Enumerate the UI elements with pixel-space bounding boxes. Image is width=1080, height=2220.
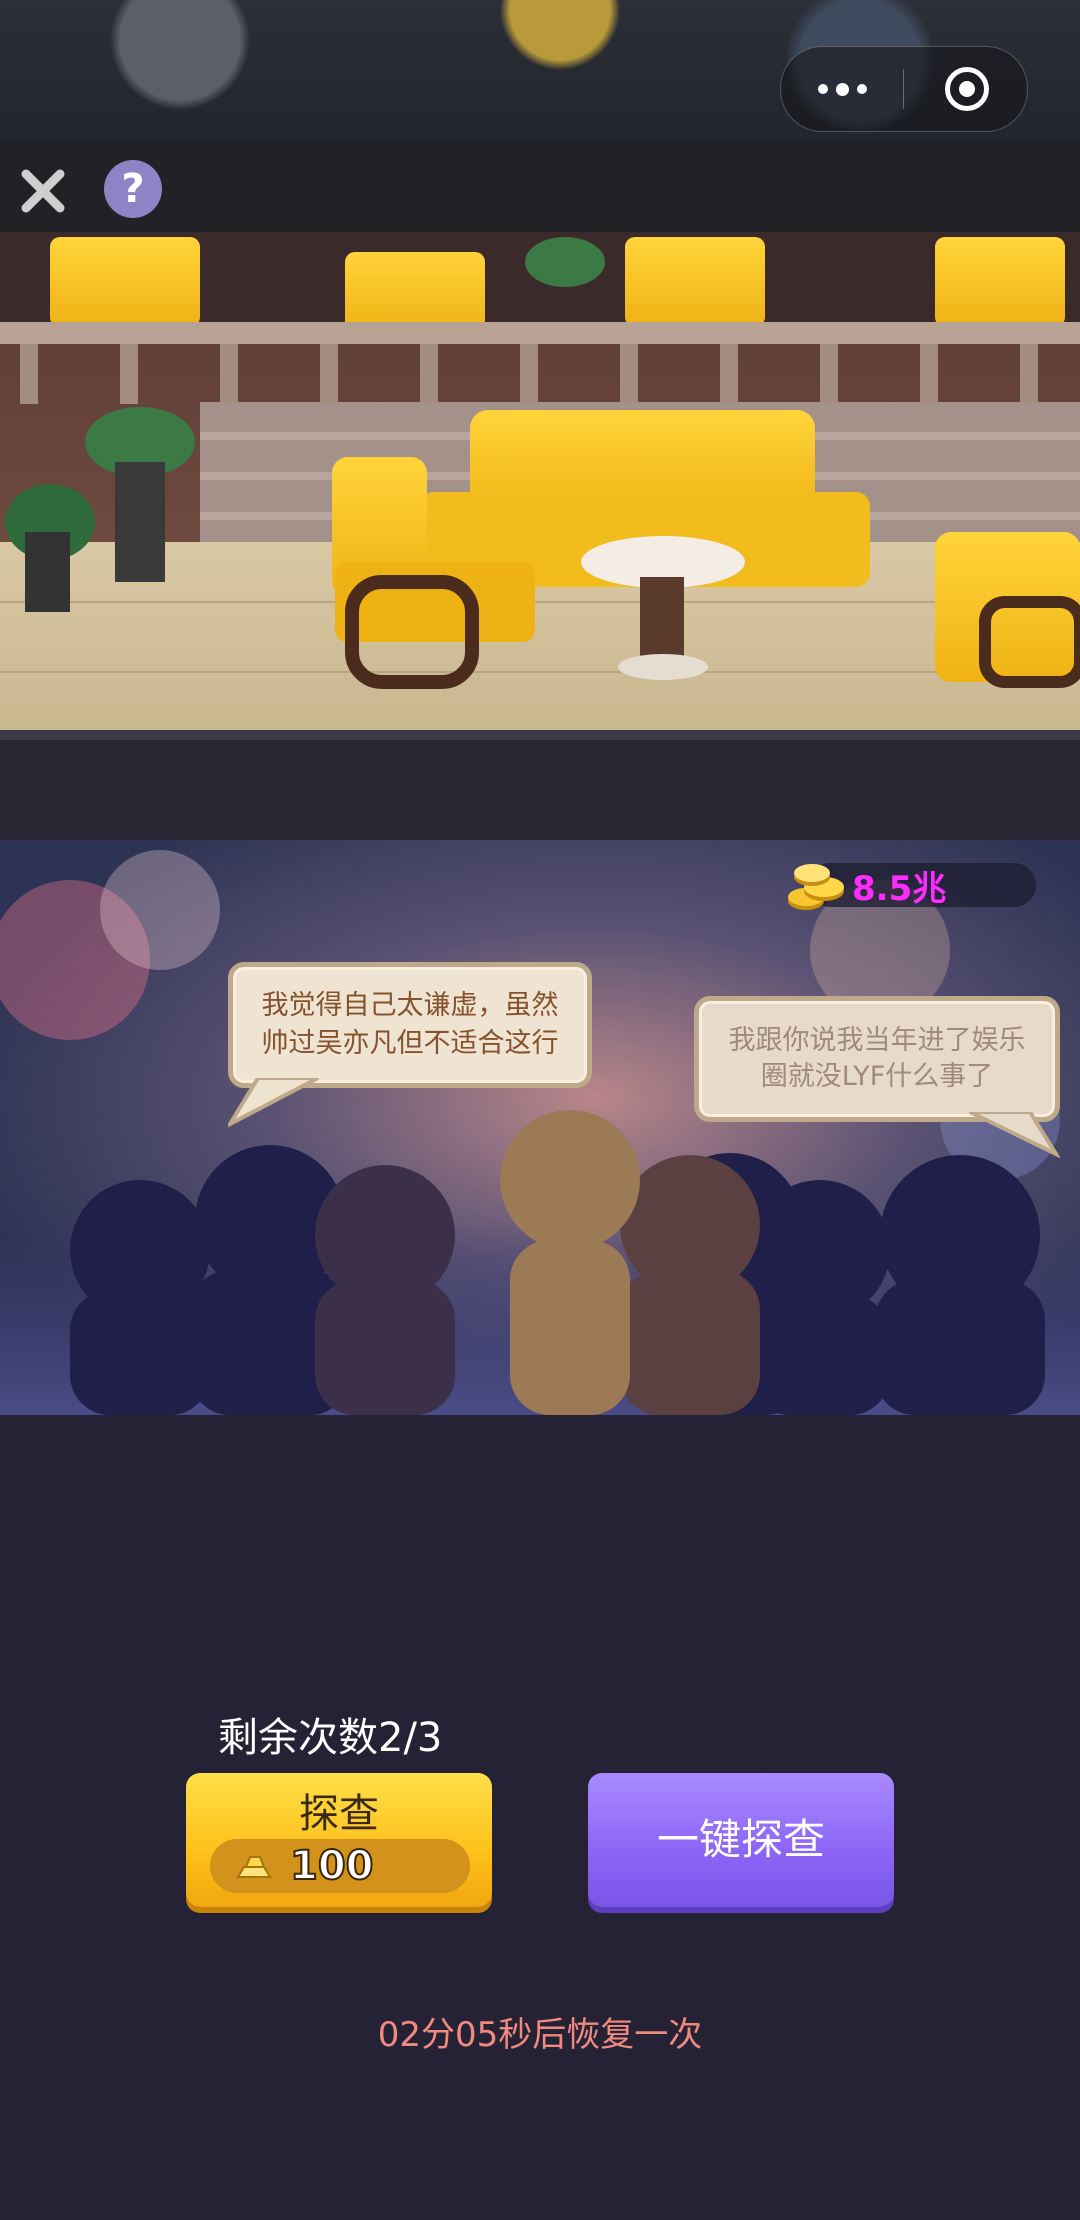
probe-cost-pill: 100 [210, 1839, 470, 1893]
probe-cost-value: 100 [289, 1842, 374, 1890]
top-banner-image [0, 0, 1080, 142]
speech-bubble-right: 我跟你说我当年进了娱乐圈就没LYF什么事了 [694, 996, 1060, 1122]
gold-ingot-icon [236, 1856, 272, 1878]
probe-button-label: 探查 [299, 1791, 379, 1837]
lounge-scene-image [0, 232, 1080, 740]
speech-bubble-right-tail [969, 1112, 1060, 1158]
remaining-attempts-label: 剩余次数2/3 [218, 1715, 443, 1761]
help-icon[interactable]: ? [104, 160, 162, 218]
mini-program-capsule [780, 46, 1028, 132]
coin-balance-value: 8.5兆 [852, 869, 947, 909]
speech-bubble-left-tail [228, 1078, 319, 1128]
close-icon[interactable] [14, 162, 72, 220]
divider-band [0, 740, 1080, 840]
target-icon[interactable] [945, 67, 989, 111]
crowd-scene-image [0, 840, 1080, 1415]
speech-bubble-left: 我觉得自己太谦虚，虽然帅过吴亦凡但不适合这行 [228, 962, 592, 1088]
one-click-probe-button[interactable]: 一键探查 [588, 1773, 894, 1907]
speech-text-left: 我觉得自己太谦虚，虽然帅过吴亦凡但不适合这行 [261, 990, 559, 1059]
speech-text-right: 我跟你说我当年进了娱乐圈就没LYF什么事了 [728, 1025, 1026, 1092]
recovery-timer-text: 02分05秒后恢复一次 [377, 2015, 703, 2055]
toolbar [0, 142, 1080, 232]
probe-button[interactable]: 探查 100 [186, 1773, 492, 1907]
coin-stack-icon [788, 864, 844, 910]
more-dots-icon[interactable] [807, 77, 877, 101]
